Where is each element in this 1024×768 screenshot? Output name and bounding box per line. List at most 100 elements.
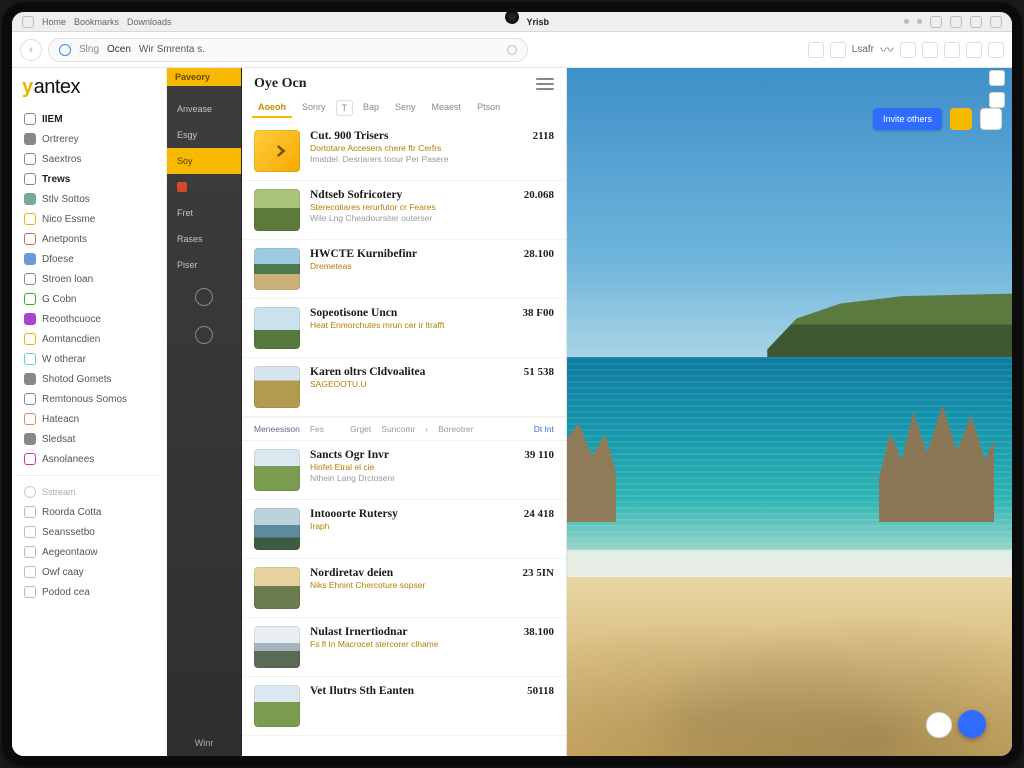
filter-option[interactable]: Grget — [350, 424, 371, 434]
sidebar-item[interactable]: Remtonous Somos — [18, 389, 160, 409]
toolbar-icon[interactable] — [900, 42, 916, 58]
sidebar-item[interactable]: Reoothcuoce — [18, 309, 160, 329]
sidebar-item[interactable]: Saextros — [18, 149, 160, 169]
list-item-text: Nulast IrnertiodnarFs fl In Macrocet ste… — [310, 626, 514, 668]
nav-back-button[interactable]: ‹ — [20, 39, 42, 61]
list-item-value: 28.100 — [524, 248, 554, 260]
mini-rail-icon[interactable] — [989, 70, 1005, 86]
sidebar-item[interactable]: Asnolanees — [18, 449, 160, 469]
list-item[interactable]: Ndtseb SofricoterySterecotiares rerurfut… — [242, 181, 566, 240]
notifications-button[interactable] — [950, 108, 972, 130]
os-tray-icon[interactable] — [930, 16, 942, 28]
sidebar-item[interactable]: Stroen loan — [18, 269, 160, 289]
list-item[interactable]: Nulast IrnertiodnarFs fl In Macrocet ste… — [242, 618, 566, 677]
toolbar-icon[interactable] — [808, 42, 824, 58]
sidebar-item[interactable]: Hateacn — [18, 409, 160, 429]
rail-item[interactable] — [167, 174, 241, 200]
filter-link[interactable]: Dt Int — [534, 424, 554, 434]
os-tab[interactable]: Bookmarks — [74, 17, 119, 27]
os-tray-icon[interactable] — [950, 16, 962, 28]
rail-item[interactable]: Fret — [167, 200, 241, 226]
fab-button[interactable] — [958, 710, 986, 738]
rail-item-label: Esgy — [177, 130, 197, 140]
toolbar-icon[interactable] — [944, 42, 960, 58]
os-tray-icon[interactable] — [990, 16, 1002, 28]
sidebar-item[interactable]: Nico Essme — [18, 209, 160, 229]
sidebar-item[interactable]: Roorda Cotta — [18, 502, 160, 522]
sidebar-item[interactable]: Anetponts — [18, 229, 160, 249]
overflow-button[interactable] — [980, 108, 1002, 130]
sidebar-item[interactable]: Trews — [18, 169, 160, 189]
address-hint: Slng — [79, 44, 99, 55]
toolbar-label[interactable]: Lsafr — [852, 44, 874, 55]
address-bar[interactable]: Slng Ocen Wir Smrenta s. — [48, 38, 528, 62]
list-item[interactable]: Vet Ilutrs Sth Eanten50118 — [242, 677, 566, 736]
rail-tool-icon[interactable] — [195, 288, 213, 306]
sidebar-item[interactable]: Aomtancdien — [18, 329, 160, 349]
filter-tag[interactable]: Fes — [310, 424, 324, 434]
panel-tab[interactable]: Bap — [357, 98, 385, 118]
sidebar-item-icon — [24, 453, 36, 465]
toolbar-icon[interactable] — [830, 42, 846, 58]
sidebar-item[interactable]: Dfoese — [18, 249, 160, 269]
mini-rail-icon[interactable] — [989, 92, 1005, 108]
mic-icon[interactable] — [507, 45, 517, 55]
sidebar-item[interactable]: Stlv Sottos — [18, 189, 160, 209]
list-item-text: Sancts Ogr InvrHinfet Etral el cieNthein… — [310, 449, 514, 491]
list-item-title: Vet Ilutrs Sth Eanten — [310, 685, 517, 697]
os-tab[interactable]: Home — [42, 17, 66, 27]
filter-label[interactable]: Meneesison — [254, 424, 300, 434]
rail-item[interactable]: Rases — [167, 226, 241, 252]
sidebar-item[interactable]: Aegeontaow — [18, 542, 160, 562]
panel-tab[interactable]: T — [336, 100, 354, 116]
app-logo[interactable]: yantex — [22, 76, 156, 99]
rail-tool-icon[interactable] — [195, 326, 213, 344]
panel-tab[interactable]: Seny — [389, 98, 422, 118]
sidebar-item[interactable]: W otherar — [18, 349, 160, 369]
sidebar-item[interactable]: IIEM — [18, 109, 160, 129]
list-item[interactable]: Sopeotisone UncnHeat Enmorchutes mrun ce… — [242, 299, 566, 358]
rail-item[interactable]: Esgy — [167, 122, 241, 148]
panel-tab[interactable]: Ptson — [471, 98, 506, 118]
rail-footer[interactable]: Winr — [167, 732, 241, 750]
filter-option[interactable]: Suncomr — [381, 424, 415, 434]
list-item[interactable]: Cut. 900 TrisersDortotare Accesers chere… — [242, 122, 566, 181]
list-item[interactable]: Karen oltrs CldvoaliteaSAGEOOTU.U51 538 — [242, 358, 566, 417]
rail-item[interactable]: Soy — [167, 148, 241, 174]
filter-option[interactable]: Boreotrer — [438, 424, 473, 434]
list-item[interactable]: HWCTE KurnibefinrDremeteas28.100 — [242, 240, 566, 299]
toolbar-icon[interactable] — [922, 42, 938, 58]
chat-bubble-button[interactable] — [926, 712, 952, 738]
os-tab[interactable]: Downloads — [127, 17, 172, 27]
panel-tab[interactable]: Sonry — [296, 98, 332, 118]
list-item[interactable]: Sancts Ogr InvrHinfet Etral el cieNthein… — [242, 441, 566, 500]
os-tray-icon[interactable] — [970, 16, 982, 28]
rail-item[interactable]: Piser — [167, 252, 241, 278]
primary-action-button[interactable]: Invite others — [873, 108, 942, 130]
result-list[interactable]: Cut. 900 TrisersDortotare Accesers chere… — [242, 118, 566, 756]
list-item[interactable]: Nordiretav deienNiks Ehnint Chercoture s… — [242, 559, 566, 618]
sidebar-item[interactable]: G Cobn — [18, 289, 160, 309]
panel-tab[interactable]: Aoeoh — [252, 98, 292, 118]
address-label: Ocen — [107, 44, 131, 55]
rail-item[interactable]: Anvease — [167, 96, 241, 122]
sidebar-item-label: Ortrerey — [42, 134, 79, 145]
sidebar-item-icon — [24, 373, 36, 385]
sidebar-item[interactable]: Seanssetbo — [18, 522, 160, 542]
sidebar-item[interactable]: Shotod Gomets — [18, 369, 160, 389]
hamburger-icon[interactable] — [536, 78, 554, 90]
toolbar-icon[interactable] — [966, 42, 982, 58]
browser-toolbar: ‹ Slng Ocen Wir Smrenta s. Lsafr 〰 — [12, 32, 1012, 68]
list-item[interactable]: Intooorte RutersyIraph24 418 — [242, 500, 566, 559]
panel-tab[interactable]: Meaest — [426, 98, 468, 118]
toolbar-icon[interactable] — [988, 42, 1004, 58]
list-item-title: Ndtseb Sofricotery — [310, 189, 514, 201]
sidebar-item[interactable]: Owf caay — [18, 562, 160, 582]
status-dot — [904, 19, 909, 24]
sidebar-item-label: Stroen loan — [42, 274, 93, 285]
sidebar-item-icon — [24, 213, 36, 225]
sidebar-item[interactable]: Podod cea — [18, 582, 160, 602]
chevron-left-icon[interactable]: ‹ — [425, 424, 428, 434]
sidebar-item[interactable]: Sledsat — [18, 429, 160, 449]
sidebar-item[interactable]: Ortrerey — [18, 129, 160, 149]
